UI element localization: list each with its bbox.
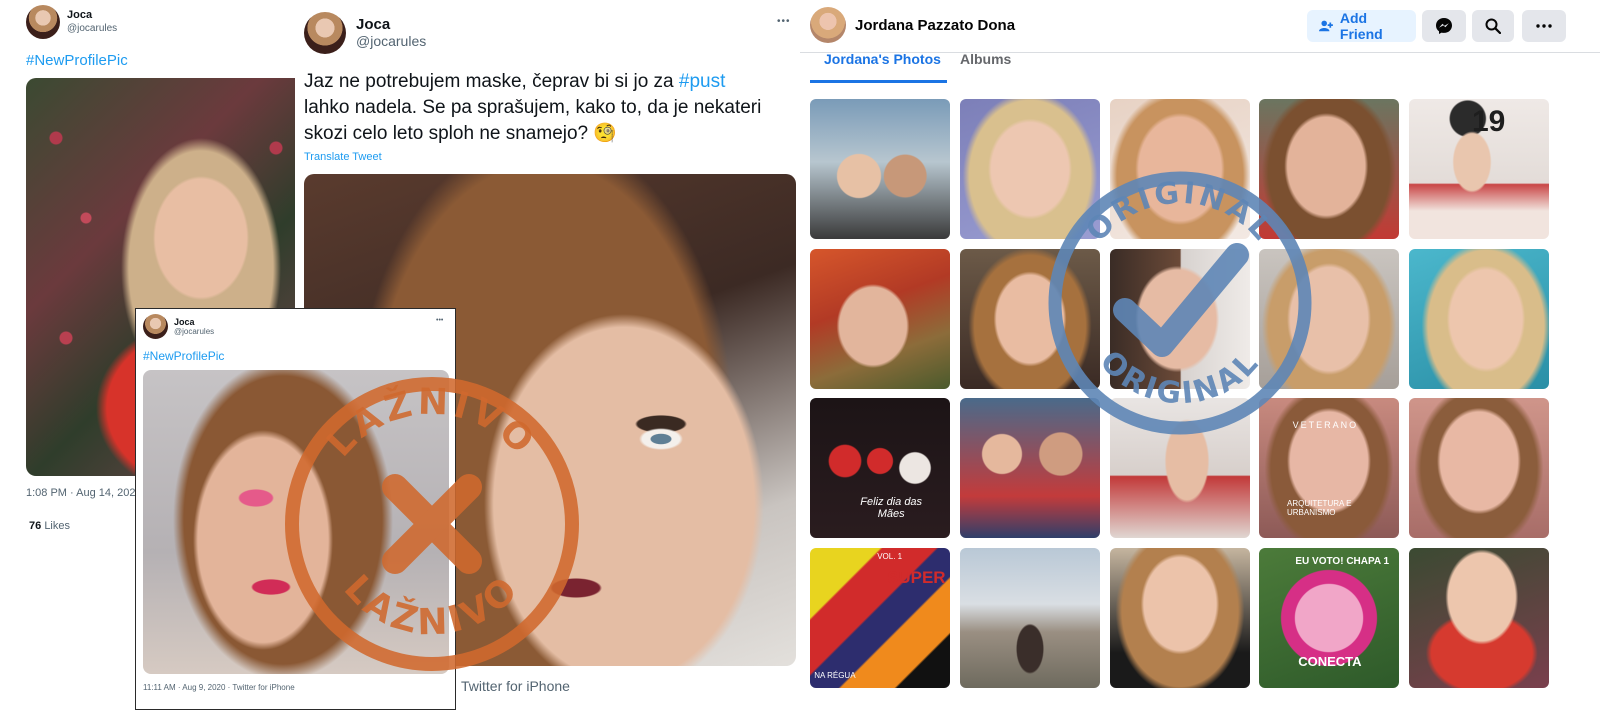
tweet-source[interactable]: Twitter for iPhone <box>461 678 570 694</box>
fake-stamp: LAŽNIVO LAŽNIVO <box>283 375 581 673</box>
avatar[interactable] <box>304 12 346 54</box>
svg-text:LAŽNIVO: LAŽNIVO <box>336 567 528 643</box>
author-name[interactable]: Joca <box>174 317 195 327</box>
add-friend-button[interactable]: Add Friend <box>1307 10 1416 42</box>
fake-stamp-graphic: LAŽNIVO LAŽNIVO <box>285 377 579 671</box>
tweet-hashtag[interactable]: #NewProfilePic <box>26 52 128 69</box>
hashtag-link[interactable]: #pust <box>679 71 725 92</box>
more-options-icon[interactable]: ••• <box>777 16 791 27</box>
photo-overlay-text: Feliz dia das Mães <box>860 496 923 520</box>
photo-thumbnail[interactable]: Feliz dia das Mães <box>810 398 950 538</box>
photo-thumbnail[interactable] <box>810 249 950 389</box>
original-stamp: ORIGINAL ORIGINAL <box>1047 170 1313 436</box>
more-button[interactable] <box>1522 10 1566 42</box>
messenger-button[interactable] <box>1422 10 1466 42</box>
photo-thumbnail[interactable] <box>1110 548 1250 688</box>
likes-label: Likes <box>44 520 70 532</box>
photo-thumbnail[interactable] <box>1409 249 1549 389</box>
likes-count: 76 <box>29 520 42 532</box>
tab-active-underline <box>810 80 947 83</box>
more-icon <box>1536 24 1552 28</box>
tweet-text-line-1: Jaz ne potrebujem maske, čeprav bi si jo… <box>304 69 794 95</box>
tweet-text-part: Jaz ne potrebujem maske, čeprav bi si jo… <box>304 71 679 92</box>
add-friend-icon <box>1319 20 1333 32</box>
photo-thumbnail[interactable] <box>960 548 1100 688</box>
messenger-icon <box>1436 18 1452 34</box>
photo-overlay-text: ARQUITETURA E URBANISMO <box>1287 498 1352 517</box>
likes-row[interactable]: 76 Likes <box>29 520 70 532</box>
tweet-meta[interactable]: 11:11 AM · Aug 9, 2020 · Twitter for iPh… <box>143 683 295 692</box>
photo-overlay-text: EU VOTO! CHAPA 1 <box>1295 556 1390 568</box>
avatar[interactable] <box>143 314 168 339</box>
svg-text:ORIGINAL: ORIGINAL <box>1079 175 1280 249</box>
svg-text:LAŽNIVO: LAŽNIVO <box>319 382 544 465</box>
photo-thumbnail[interactable]: EU VOTO! CHAPA 1 CONECTA <box>1259 548 1399 688</box>
add-friend-label: Add Friend <box>1339 10 1383 42</box>
photo-overlay-text: VOL. 1 <box>877 552 903 562</box>
photo-overlay-text: 19 <box>1472 104 1506 138</box>
tab-photos[interactable]: Jordana's Photos <box>824 51 941 67</box>
avatar[interactable] <box>26 5 60 39</box>
photo-thumbnail[interactable]: VOL. 1 SUPER NA RÉGUA <box>810 548 950 688</box>
tweet-timestamp[interactable]: 1:08 PM · Aug 14, 2020 <box>26 487 142 499</box>
photo-thumbnail[interactable] <box>1409 398 1549 538</box>
svg-text:ORIGINAL: ORIGINAL <box>1093 344 1267 412</box>
photo-thumbnail[interactable]: 19 <box>1409 99 1549 239</box>
author-name[interactable]: Joca <box>67 9 92 21</box>
tweet-text-line-2: lahko nadela. Se pa sprašujem, kako to, … <box>304 97 762 118</box>
author-handle[interactable]: @jocarules <box>174 327 214 336</box>
search-button[interactable] <box>1472 10 1514 42</box>
more-options-icon[interactable]: ••• <box>436 317 443 324</box>
photo-thumbnail[interactable] <box>810 99 950 239</box>
photo-overlay-text: SUPER <box>887 567 946 587</box>
author-handle[interactable]: @jocarules <box>356 33 426 49</box>
photo-thumbnail[interactable] <box>1409 548 1549 688</box>
original-stamp-graphic: ORIGINAL ORIGINAL <box>1048 171 1312 435</box>
photo-overlay-text: CONECTA <box>1298 654 1362 670</box>
translate-tweet-link[interactable]: Translate Tweet <box>304 151 382 163</box>
author-name[interactable]: Joca <box>356 16 390 33</box>
author-handle[interactable]: @jocarules <box>67 23 117 34</box>
tweet-text-line-3: skozi celo leto sploh ne snamejo? 🧐 <box>304 123 618 144</box>
search-icon <box>1485 18 1501 34</box>
tab-albums[interactable]: Albums <box>960 51 1011 67</box>
photo-overlay-text: NA RÉGUA <box>814 671 856 681</box>
tweet-hashtag[interactable]: #NewProfilePic <box>143 349 224 363</box>
tweet-text: Jaz ne potrebujem maske, čeprav bi si jo… <box>304 69 794 147</box>
profile-name[interactable]: Jordana Pazzato Dona <box>855 17 1015 34</box>
profile-avatar[interactable] <box>810 7 846 43</box>
